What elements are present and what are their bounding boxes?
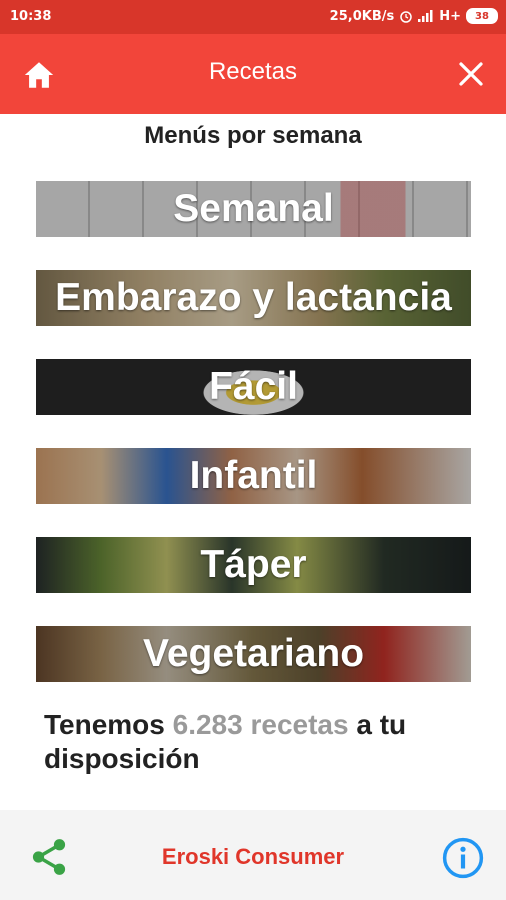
menu-label: Semanal	[173, 187, 334, 230]
recipe-count-text: Tenemos 6.283 recetas a tu disposición	[44, 708, 474, 776]
menu-label: Vegetariano	[142, 632, 365, 675]
status-indicators: 25,0KB/s H+ 38	[330, 8, 498, 24]
menu-label: Embarazo y lactancia	[55, 276, 452, 319]
status-bar: 10:38 25,0KB/s H+ 38	[0, 0, 506, 34]
menu-label: Infantil	[189, 454, 318, 497]
menu-label: Táper	[200, 543, 307, 586]
recipe-count: 6.283 recetas	[172, 709, 349, 740]
app-bar: Recetas	[0, 34, 506, 114]
menu-button-infantil[interactable]: Infantil	[36, 448, 471, 504]
info-prefix: Tenemos	[44, 709, 173, 740]
bottom-bar: Eroski Consumer	[0, 810, 506, 900]
info-icon[interactable]	[442, 837, 484, 879]
alarm-icon	[400, 11, 412, 23]
menu-button-vegetariano[interactable]: Vegetariano	[36, 626, 471, 682]
brand-name: Eroski Consumer	[161, 844, 345, 869]
menu-label: Fácil	[209, 365, 298, 408]
network-speed: 25,0KB/s	[329, 8, 395, 24]
app-title: Recetas	[208, 58, 298, 85]
signal-icon	[418, 10, 433, 22]
network-type: H+	[439, 8, 461, 24]
menu-button-semanal[interactable]: Semanal	[36, 181, 471, 237]
menu-button-facil[interactable]: Fácil	[36, 359, 471, 415]
menu-button-embarazo[interactable]: Embarazo y lactancia	[36, 270, 471, 326]
status-time: 10:38	[10, 9, 52, 24]
page-subtitle: Menús por semana	[144, 122, 362, 149]
battery-indicator: 38	[466, 8, 498, 24]
menu-button-taper[interactable]: Táper	[36, 537, 471, 593]
close-icon[interactable]	[456, 59, 486, 89]
